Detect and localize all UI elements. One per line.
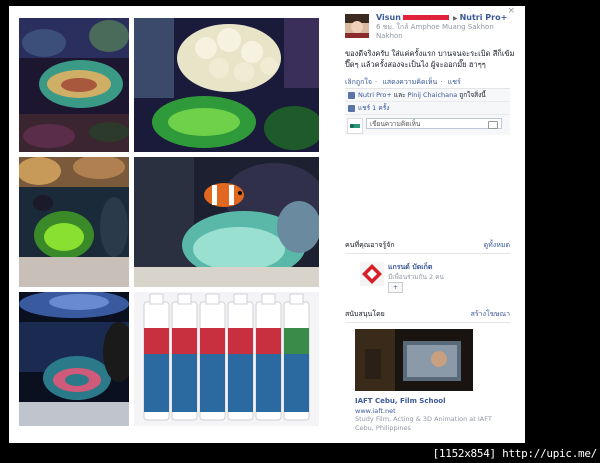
shares-row[interactable]: แชร์ 1 ครั้ง [345,102,510,115]
liker-link[interactable]: Nutri Pro+ [358,91,392,99]
social-summary: Nutri Pro+ และ Pinij Chaichana ถูกใจสิ่ง… [345,88,510,135]
photo-viewer: × Visun ▶ Nutri Pro+ 6 ชม. ใกล้ Amphoe Mua… [9,6,525,443]
share-link[interactable]: แชร์ [448,78,461,86]
like-icon [348,91,355,99]
likes-suffix-text: ถูกใจสิ่งนี้ [457,91,486,99]
photo-coral-2[interactable] [134,18,319,152]
share-icon [348,104,355,112]
tagged-page-name[interactable]: Nutri Pro+ [460,13,508,22]
pymk-avatar[interactable] [360,262,384,286]
action-separator: · [440,78,443,86]
post-actions: เลิกถูกใจ · แสดงความคิดเห็น · แชร์ [345,77,464,88]
comment-link[interactable]: แสดงความคิดเห็น [382,78,437,86]
photo-coral-3[interactable] [19,157,129,287]
photo-coral-1[interactable] [19,18,129,152]
triangle-right-icon: ▶ [452,15,458,22]
pymk-heading: คนที่คุณอาจรู้จัก [345,241,395,249]
author-avatar[interactable] [345,14,369,38]
photo-gallery [9,6,334,443]
likes-mid-text: และ [391,91,408,99]
pymk-header: คนที่คุณอาจรู้จัก ดูทั้งหมด [345,240,510,254]
author-name-prefix[interactable]: Visun [376,13,401,22]
action-separator: · [374,78,378,86]
camera-icon[interactable] [488,121,498,129]
sponsored-header: สนับสนุนโดย สร้างโฆษณา [345,309,510,323]
ad-title[interactable]: IAFT Cebu, Film School [355,397,446,405]
shares-count[interactable]: แชร์ 1 ครั้ง [358,104,389,112]
comment-input[interactable]: เขียนความคิดเห็น [366,118,502,129]
sponsored-heading: สนับสนุนโดย [345,310,385,318]
likes-row: Nutri Pro+ และ Pinij Chaichana ถูกใจสิ่ง… [345,89,510,102]
upload-watermark: [1152x854] http://upic.me/ [432,447,598,460]
unlike-link[interactable]: เลิกถูกใจ [345,78,372,86]
post-meta: 6 ชม. ใกล้ Amphoe Muang Sakhon Nakhon [376,23,494,40]
post-side-panel: × Visun ▶ Nutri Pro+ 6 ชม. ใกล้ Amphoe Mua… [342,6,523,443]
ad-image[interactable] [355,329,473,391]
photo-product-bottles[interactable] [134,292,319,426]
add-friend-icon[interactable]: + [388,282,403,293]
author-name[interactable]: Visun ▶ Nutri Pro+ [376,13,507,22]
pymk-mutual-friends[interactable]: มีเพื่อนร่วมกัน 2 คน [388,272,444,282]
see-all-link[interactable]: ดูทั้งหมด [484,240,510,251]
comment-composer: เขียนความคิดเห็น [345,115,510,135]
ad-description: Study Film, Acting & 3D Animation at IAF… [355,415,492,432]
commenter-avatar [347,118,363,134]
photo-clownfish[interactable] [134,157,319,287]
comment-placeholder: เขียนความคิดเห็น [370,120,421,128]
redaction-mark [402,15,449,20]
photo-coral-4[interactable] [19,292,129,426]
liker-link[interactable]: Pinij Chaichana [408,91,458,99]
create-ad-link[interactable]: สร้างโฆษณา [471,309,510,320]
ad-url[interactable]: www.iaft.net [355,407,396,415]
close-icon[interactable]: × [507,6,515,16]
post-caption: ของดีจริงครับ ใส่แค่ครั้งแรก บานจนจะระเบ… [345,49,515,69]
